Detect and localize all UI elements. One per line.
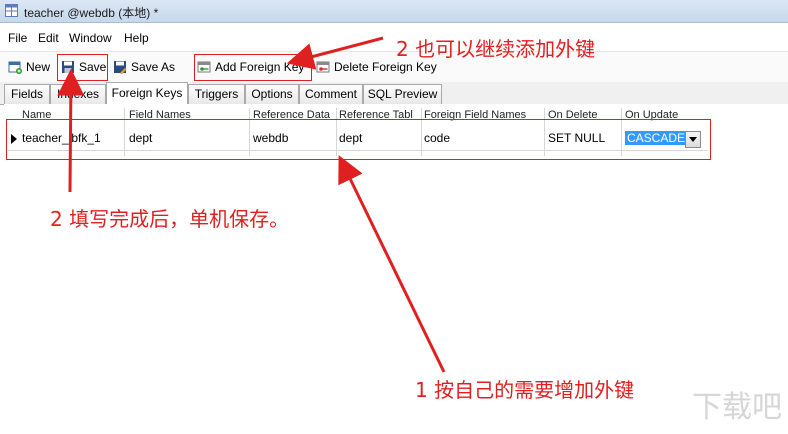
save-as-button[interactable]: Save As [113,58,175,76]
add-foreign-key-highlight-box [194,54,312,81]
menu-window[interactable]: Window [69,31,112,45]
menu-file[interactable]: File [8,31,27,45]
delete-foreign-key-icon [316,61,330,73]
annotation-save-after-filling: 2 填写完成后，单机保存。 [50,207,290,231]
save-as-icon [114,61,127,74]
save-highlight-box [57,54,108,81]
window-title: teacher @webdb (本地) * [24,6,159,20]
designer-tabs: Fields Indexes Foreign Keys Triggers Opt… [0,82,788,105]
tab-indexes[interactable]: Indexes [50,84,106,104]
tab-foreign-keys[interactable]: Foreign Keys [106,82,188,105]
annotation-add-more-keys: 2 也可以继续添加外键 [396,37,596,61]
tab-comment[interactable]: Comment [299,84,363,104]
delete-foreign-key-label: Delete Foreign Key [334,60,437,74]
watermark: 下载吧 [692,390,782,425]
tab-options[interactable]: Options [245,84,299,104]
annotation-add-foreign-key: 1 按自己的需要增加外键 [415,378,635,402]
new-label: New [26,60,51,74]
tab-sql-preview[interactable]: SQL Preview [363,84,442,104]
title-bar: teacher @webdb (本地) * [0,0,788,23]
table-app-icon [5,4,18,17]
tab-fields[interactable]: Fields [4,84,50,104]
toolbar: New Save Save As Add Foreign Key Delete … [0,51,788,82]
save-as-label: Save As [131,60,176,74]
new-table-icon [8,61,22,74]
row-highlight-box [6,119,711,160]
menu-help[interactable]: Help [124,31,149,45]
tab-triggers[interactable]: Triggers [188,84,245,104]
menu-bar: File Edit Window Help [0,28,788,48]
menu-edit[interactable]: Edit [38,31,59,45]
new-button[interactable]: New [8,58,50,76]
